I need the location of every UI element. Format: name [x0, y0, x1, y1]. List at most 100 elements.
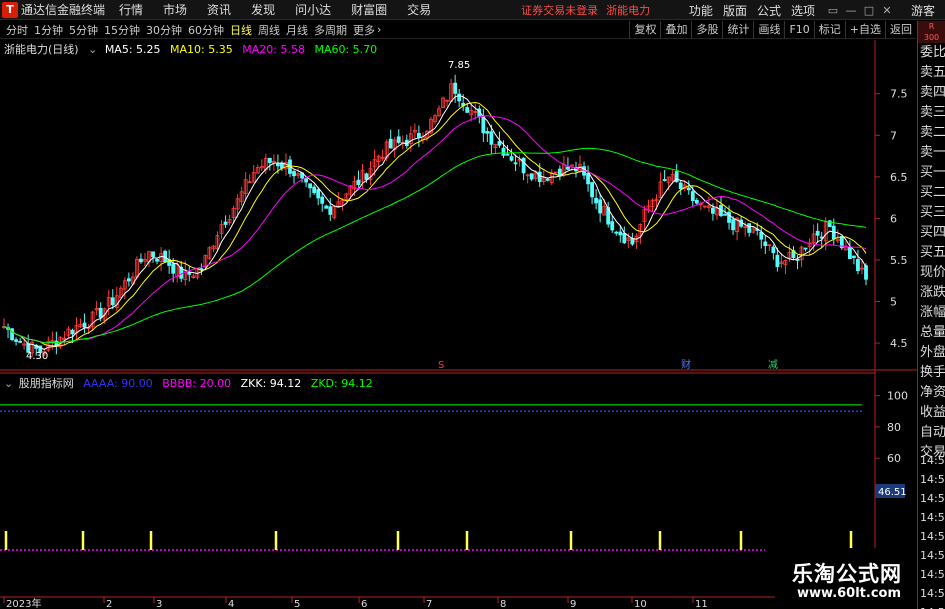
tick-time: 14:56	[920, 587, 945, 600]
side-panel-head-code: 300	[923, 33, 940, 42]
candle-body	[711, 207, 715, 214]
time-tick-label: 9	[570, 599, 576, 609]
candle-body	[304, 178, 309, 183]
candle-body	[590, 182, 594, 198]
candle-body	[320, 196, 325, 204]
price-tick-label: 5.5	[890, 254, 908, 267]
candle-body	[594, 197, 599, 204]
aaaa-value: AAAA: 90.00	[83, 377, 153, 390]
candle-body	[453, 82, 458, 94]
indicator-readout: 46.51	[878, 487, 907, 498]
price-tick-label: 6.5	[890, 171, 908, 184]
price-tick-label: 4.5	[890, 337, 908, 350]
tick-time: 14:56	[920, 549, 945, 562]
tick-time: 14:56	[918, 603, 945, 609]
side-panel-label[interactable]: 卖二	[918, 123, 945, 143]
candle-body	[139, 258, 143, 263]
side-panel-label[interactable]: 委比	[918, 43, 945, 63]
side-panel-label[interactable]: 收益	[918, 403, 945, 423]
indicator-menu-icon[interactable]: ⌄	[4, 377, 13, 390]
side-panel-label[interactable]: 卖五	[918, 63, 945, 83]
side-panel-label[interactable]: 卖三	[918, 103, 945, 123]
time-tick-label: 6	[361, 599, 367, 609]
candle-body	[316, 189, 321, 199]
time-tick-label: 8	[500, 599, 506, 609]
watermark-url: www.60lt.com	[797, 586, 902, 601]
candle-body	[151, 251, 155, 258]
kline-chart[interactable]: 4.555.566.577.5 7.85 4.30 S 财 减 40608010…	[0, 0, 917, 609]
candle-body	[388, 138, 393, 149]
price-annotations: 7.85 4.30 S 财 减	[26, 60, 778, 371]
low-label: 4.30	[26, 351, 48, 362]
ma60-line	[3, 147, 867, 344]
candle-body	[171, 263, 176, 274]
side-panel-label[interactable]: 卖一	[918, 143, 945, 163]
candle-body	[678, 182, 683, 190]
candle-body	[18, 340, 23, 343]
side-panel-label[interactable]: 买一	[918, 163, 945, 183]
time-tick-label: 7	[426, 599, 432, 609]
price-tick-label: 7	[890, 129, 897, 142]
side-panel-label[interactable]: 买五	[918, 243, 945, 263]
candle-body	[731, 219, 735, 231]
candle-body	[763, 241, 768, 247]
candle-body	[505, 153, 510, 156]
side-panel-label[interactable]: 卖四	[918, 83, 945, 103]
candle-body	[70, 329, 75, 335]
marker-reduce[interactable]: 减	[768, 359, 778, 371]
marker-finance[interactable]: 财	[681, 358, 691, 371]
candle-body	[509, 156, 514, 161]
side-panel-label[interactable]: 自动	[918, 423, 945, 443]
candle-body	[481, 115, 486, 134]
price-tick-label: 7.5	[890, 88, 908, 101]
candle-body	[14, 339, 18, 342]
indicator-tick-label: 100	[887, 390, 908, 403]
candle-body	[513, 162, 518, 165]
side-panel-label[interactable]: 现价	[918, 263, 945, 283]
candle-body	[864, 265, 868, 280]
candle-body	[586, 172, 590, 185]
candle-body	[276, 163, 280, 167]
time-tick-label: 2	[106, 599, 112, 609]
candle-body	[110, 297, 115, 306]
candle-body	[847, 246, 852, 260]
side-panel-label[interactable]: 买三	[918, 203, 945, 223]
side-panel-label[interactable]: 净资	[918, 383, 945, 403]
side-panel-header[interactable]: R 300	[918, 21, 945, 43]
side-panel-label[interactable]: 买四	[918, 223, 945, 243]
candle-body	[308, 183, 313, 189]
side-panel-label[interactable]: 外盘	[918, 343, 945, 363]
candle-body	[521, 157, 526, 174]
candle-body	[662, 179, 667, 182]
candle-body	[396, 136, 401, 143]
candle-body	[598, 199, 603, 214]
time-axis: 2023年 2 3 4 5 6 7 8 9 10 11	[3, 597, 708, 609]
time-tick-label: 11	[695, 599, 708, 609]
candle-body	[223, 221, 228, 225]
indicator-tick-label: 80	[887, 421, 901, 434]
candle-body	[856, 259, 860, 271]
indicator-name[interactable]: 股朋指标网	[19, 377, 74, 390]
bbbb-value: BBBB: 20.00	[162, 377, 232, 390]
candle-body	[723, 213, 727, 216]
candle-body	[501, 147, 506, 156]
side-panel-label[interactable]: 总量	[918, 323, 945, 343]
candle-body	[356, 179, 361, 186]
time-tick-label: 10	[634, 599, 647, 609]
marker-s[interactable]: S	[438, 360, 444, 371]
side-panel-label[interactable]: 换手	[918, 363, 945, 383]
candle-body	[630, 238, 635, 245]
candle-body	[690, 191, 695, 202]
time-tick-label: 3	[156, 599, 162, 609]
candle-body	[622, 232, 627, 244]
side-panel-label[interactable]: 涨幅	[918, 303, 945, 323]
side-panel-label[interactable]: 买二	[918, 183, 945, 203]
side-panel-label[interactable]: 涨跌	[918, 283, 945, 303]
candle-body	[815, 230, 820, 236]
indicator-info: ⌄ 股朋指标网 AAAA: 90.00 BBBB: 20.00 ZKK: 94.…	[4, 375, 379, 391]
zkd-value: ZKD: 94.12	[310, 377, 373, 390]
candle-body	[529, 173, 534, 180]
indicator-axis: 406080100	[875, 390, 908, 496]
watermark: 乐淘公式网 www.60lt.com	[775, 548, 917, 609]
candle-body	[852, 255, 856, 258]
